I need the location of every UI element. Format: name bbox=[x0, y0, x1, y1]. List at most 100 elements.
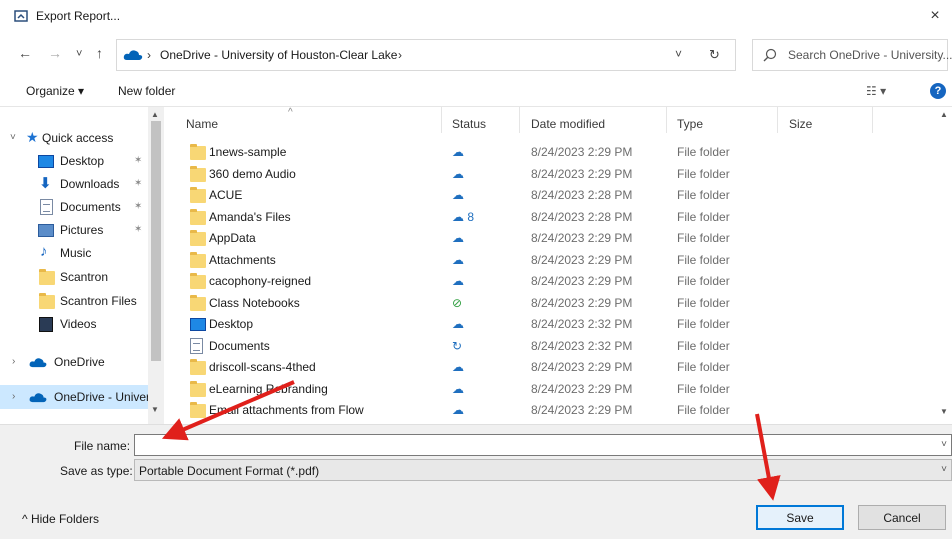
file-type: File folder bbox=[677, 274, 730, 288]
sidebar-item-label: OneDrive bbox=[54, 355, 105, 369]
chevron-right-icon[interactable]: › bbox=[12, 356, 15, 367]
up-button[interactable]: ↑ bbox=[96, 46, 103, 60]
file-name: Class Notebooks bbox=[209, 295, 300, 310]
hide-folders-button[interactable]: ^ Hide Folders bbox=[22, 512, 99, 526]
folder-icon bbox=[190, 251, 206, 268]
sidebar-item-videos[interactable]: Videos bbox=[0, 313, 148, 335]
save-as-type-label: Save as type: bbox=[60, 464, 133, 478]
close-button[interactable]: × bbox=[918, 0, 952, 32]
file-type: File folder bbox=[677, 231, 730, 245]
new-folder-button[interactable]: New folder bbox=[118, 84, 175, 98]
file-type: File folder bbox=[677, 295, 730, 310]
table-row[interactable]: eLearning Rebranding ☁ 8/24/2023 2:29 PM Fi… bbox=[180, 378, 870, 400]
column-divider[interactable] bbox=[777, 107, 778, 133]
recent-locations-button[interactable]: ˅ bbox=[76, 47, 82, 61]
scroll-up-arrow[interactable]: ▲ bbox=[940, 110, 948, 119]
sync-status-icon: ☁ bbox=[452, 231, 464, 245]
date-modified: 8/24/2023 2:29 PM bbox=[531, 231, 633, 245]
file-type: File folder bbox=[677, 317, 730, 331]
file-name-field[interactable]: ˅ bbox=[134, 434, 952, 456]
star-icon: ★ bbox=[26, 129, 39, 145]
onedrive-cloud-icon bbox=[29, 358, 47, 368]
file-type: File folder bbox=[677, 145, 730, 159]
column-divider[interactable] bbox=[519, 107, 520, 133]
sidebar-item-scantron[interactable]: Scantron bbox=[0, 265, 148, 287]
organize-button[interactable]: Organize ▾ bbox=[26, 84, 84, 98]
sidebar-item-label: Music bbox=[60, 246, 92, 260]
table-row[interactable]: ACUE ☁ 8/24/2023 2:28 PM File folder bbox=[180, 184, 870, 206]
file-name: 1news-sample bbox=[209, 145, 287, 159]
scroll-down-arrow[interactable]: ▼ bbox=[940, 407, 948, 416]
column-header-type[interactable]: Type bbox=[677, 117, 703, 131]
folder-icon bbox=[190, 294, 206, 311]
chevron-down-icon[interactable]: ˅ bbox=[941, 464, 947, 475]
column-header-size[interactable]: Size bbox=[789, 117, 812, 131]
folder-icon bbox=[190, 402, 206, 418]
date-modified: 8/24/2023 2:28 PM bbox=[531, 188, 633, 202]
sidebar-item-scantron-files[interactable]: Scantron Files bbox=[0, 289, 148, 311]
chevron-down-icon[interactable]: ˅ bbox=[10, 132, 16, 143]
sidebar-item-label: Videos bbox=[60, 317, 97, 331]
search-box[interactable]: Search OneDrive - University... bbox=[752, 39, 952, 71]
chevron-down-icon[interactable]: ˅ bbox=[941, 439, 947, 450]
table-row[interactable]: Amanda's Files ☁ 8 8/24/2023 2:28 PM File f… bbox=[180, 206, 870, 228]
save-button[interactable]: Save bbox=[756, 505, 844, 530]
scroll-up-arrow[interactable]: ▲ bbox=[151, 110, 159, 119]
change-view-button[interactable]: ☷ ▾ bbox=[866, 84, 886, 98]
scroll-down-arrow[interactable]: ▼ bbox=[151, 405, 159, 414]
title-bar: Export Report... × bbox=[0, 0, 952, 32]
sidebar-item-label: Desktop bbox=[60, 154, 105, 168]
file-name: eLearning Rebranding bbox=[209, 381, 328, 396]
sidebar-item-quick-access[interactable]: ˅ ★ Quick access bbox=[0, 127, 148, 149]
folder-icon bbox=[190, 359, 206, 375]
sidebar-scrollbar[interactable]: ▲ ▼ bbox=[148, 107, 164, 424]
folder-icon bbox=[39, 293, 55, 309]
column-header-status[interactable]: Status bbox=[452, 117, 486, 131]
sidebar-item-desktop[interactable]: Desktop ✶ bbox=[0, 150, 148, 172]
file-list-scrollbar[interactable]: ▲ ▼ bbox=[936, 107, 952, 424]
chevron-right-icon[interactable]: › bbox=[12, 391, 15, 402]
file-type: File folder bbox=[677, 252, 730, 267]
breadcrumb-separator[interactable]: › bbox=[398, 48, 402, 62]
table-row[interactable]: driscoll-scans-4thed ☁ 8/24/2023 2:29 PM Fi… bbox=[180, 356, 870, 378]
table-row[interactable]: cacophony-reigned ☁ 8/24/2023 2:29 PM File … bbox=[180, 270, 870, 292]
column-header-name[interactable]: Name bbox=[186, 117, 218, 131]
sidebar-item-documents[interactable]: Documents ✶ bbox=[0, 196, 148, 218]
cancel-button[interactable]: Cancel bbox=[858, 505, 946, 530]
sidebar-item-label: Documents bbox=[60, 200, 121, 214]
table-row[interactable]: Documents ↻ 8/24/2023 2:32 PM File folder bbox=[180, 335, 870, 357]
search-input[interactable]: Search OneDrive - University... bbox=[788, 48, 952, 62]
table-row[interactable]: 1news-sample ☁ 8/24/2023 2:29 PM File folde… bbox=[180, 141, 870, 163]
help-icon[interactable]: ? bbox=[930, 83, 946, 99]
table-row[interactable]: 360 demo Audio ☁ 8/24/2023 2:29 PM File fol… bbox=[180, 163, 870, 185]
column-header-date-modified[interactable]: Date modified bbox=[531, 117, 605, 131]
sidebar-scroll-thumb[interactable] bbox=[151, 121, 161, 361]
refresh-button[interactable]: ↻ bbox=[709, 47, 720, 63]
forward-button[interactable]: → bbox=[48, 46, 62, 60]
column-divider[interactable] bbox=[872, 107, 873, 133]
sidebar-item-onedrive[interactable]: › OneDrive bbox=[0, 351, 148, 373]
breadcrumb-onedrive-uhcl[interactable]: OneDrive - University of Houston-Clear L… bbox=[160, 48, 397, 62]
address-bar[interactable]: › OneDrive - University of Houston-Clear… bbox=[116, 39, 736, 71]
sidebar-item-downloads[interactable]: ⬇ Downloads ✶ bbox=[0, 173, 148, 195]
table-row[interactable]: Class Notebooks ⊘ 8/24/2023 2:29 PM File fo… bbox=[180, 292, 870, 314]
column-divider[interactable] bbox=[666, 107, 667, 133]
table-row[interactable]: Attachments ☁ 8/24/2023 2:29 PM File folder bbox=[180, 249, 870, 271]
table-row[interactable]: Email attachments from Flow ☁ 8/24/2023 2:… bbox=[180, 399, 870, 421]
pin-icon: ✶ bbox=[134, 224, 143, 235]
table-row[interactable]: AppData ☁ 8/24/2023 2:29 PM File folder bbox=[180, 227, 870, 249]
sidebar-item-pictures[interactable]: Pictures ✶ bbox=[0, 219, 148, 241]
table-row[interactable]: Desktop ☁ 8/24/2023 2:32 PM File folder bbox=[180, 313, 870, 335]
save-as-type-select[interactable]: Portable Document Format (*.pdf) ˅ bbox=[134, 459, 952, 481]
dialog-icon bbox=[14, 10, 28, 22]
column-divider[interactable] bbox=[441, 107, 442, 133]
sync-status-icon: ⊘ bbox=[452, 295, 463, 310]
back-button[interactable]: ← bbox=[18, 46, 32, 60]
sidebar-item-music[interactable]: ♪ Music bbox=[0, 242, 148, 264]
file-name: Amanda's Files bbox=[209, 209, 291, 224]
date-modified: 8/24/2023 2:29 PM bbox=[531, 166, 633, 181]
address-dropdown-button[interactable]: ˅ bbox=[675, 47, 682, 61]
sync-status-icon: ☁ bbox=[452, 166, 464, 181]
save-form: File name: ˅ Save as type: Portable Docu… bbox=[0, 424, 952, 539]
sidebar-item-onedrive-university[interactable]: › OneDrive - Univer bbox=[0, 385, 150, 409]
